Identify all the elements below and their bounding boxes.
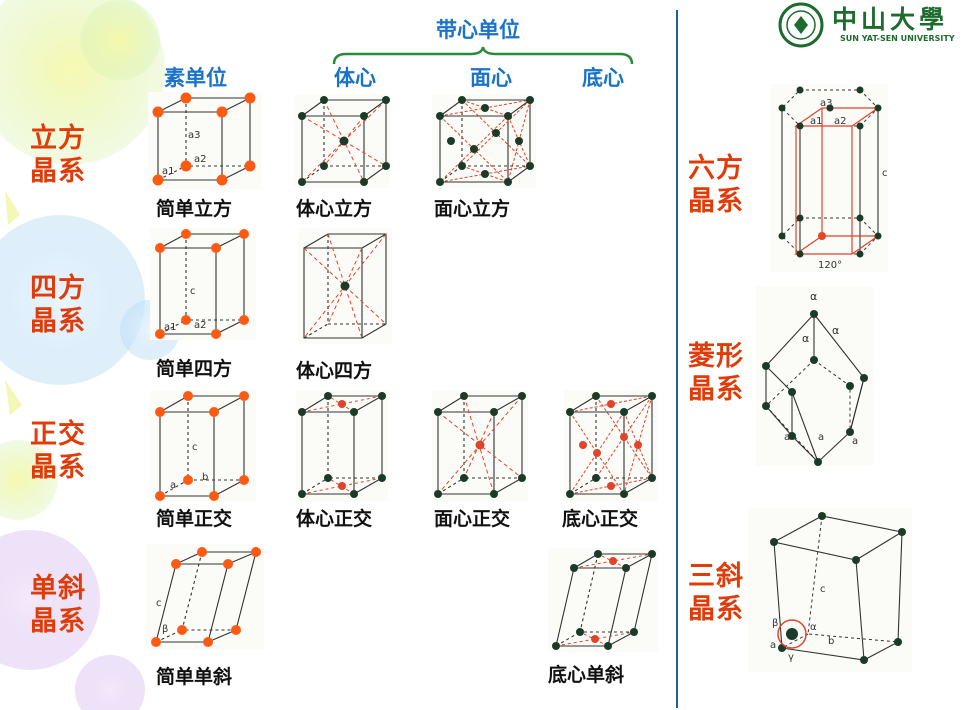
simple-cubic-diagram: a3 a1 a2: [148, 92, 262, 190]
system-hexagonal: 六方 晶系: [688, 153, 744, 217]
university-seal-icon: [778, 2, 824, 48]
label-c: c: [156, 598, 162, 609]
header-primitive: 素单位: [164, 66, 227, 90]
logo-name-cn: 中山大學: [832, 5, 949, 34]
caption-bcc: 体心立方: [296, 198, 373, 220]
label-a3: a3: [820, 98, 833, 109]
label-a1: a1: [810, 116, 823, 127]
rhombohedral-diagram: α α α a a a: [756, 286, 874, 466]
caption-base-orthorhombic: 底心正交: [562, 508, 639, 530]
label-a3: a3: [188, 130, 201, 141]
system-orthorhombic: 正交 晶系: [30, 419, 86, 483]
label-gamma: γ: [788, 652, 794, 663]
header-centered-units: 带心单位: [436, 18, 520, 42]
label-a1: a1: [162, 166, 175, 177]
caption-simple-tetragonal: 简单四方: [156, 358, 233, 380]
label-a2: a2: [194, 320, 207, 331]
body-tetragonal-diagram: [298, 228, 392, 344]
bubble-purple-small: [75, 655, 145, 710]
caption-face-orthorhombic: 面心正交: [434, 508, 511, 530]
label-c: c: [882, 168, 888, 179]
logo-name-en: SUN YAT-SEN UNIVERSITY: [840, 34, 955, 43]
label-a2: a2: [834, 116, 847, 127]
leaf-shape: [5, 190, 20, 225]
label-beta: β: [772, 618, 778, 629]
simple-monoclinic-diagram: c β: [146, 544, 264, 650]
label-b: b: [202, 472, 208, 483]
label-alpha: α: [810, 290, 817, 303]
caption-simple-orthorhombic: 简单正交: [156, 508, 233, 530]
face-orthorhombic-diagram: [432, 390, 528, 502]
body-orthorhombic-diagram: [296, 390, 388, 502]
system-triclinic: 三斜 晶系: [688, 561, 744, 625]
header-base-centered: 底心: [582, 66, 624, 90]
header-face-centered: 面心: [470, 66, 512, 90]
label-b: b: [828, 636, 834, 647]
leaf-shape: [5, 380, 22, 415]
base-orthorhombic-diagram: [564, 390, 658, 502]
label-alpha: α: [802, 332, 809, 345]
caption-simple-cubic: 简单立方: [156, 198, 233, 220]
label-a1: a1: [164, 322, 177, 333]
label-beta: β: [162, 624, 168, 635]
bcc-diagram: [294, 94, 390, 188]
triclinic-diagram: c β α a γ b: [748, 508, 912, 672]
caption-fcc: 面心立方: [434, 198, 511, 220]
label-a2: a2: [194, 154, 207, 165]
label-a: a: [784, 432, 790, 443]
label-c: c: [192, 442, 198, 453]
label-a: a: [852, 436, 858, 447]
label-a: a: [818, 432, 824, 443]
simple-tetragonal-diagram: c a1 a2: [150, 228, 256, 340]
system-rhombohedral: 菱形 晶系: [688, 341, 744, 405]
label-c: c: [190, 286, 196, 297]
university-logo: 中山大學 SUN YAT-SEN UNIVERSITY: [778, 0, 956, 48]
label-alpha: α: [810, 622, 817, 633]
caption-body-tetragonal: 体心四方: [296, 360, 373, 382]
caption-simple-monoclinic: 简单单斜: [156, 666, 233, 688]
label-c: c: [820, 584, 826, 595]
base-monoclinic-diagram: [548, 548, 658, 652]
label-a: a: [170, 480, 176, 491]
label-120-degrees: 120°: [818, 260, 842, 271]
simple-orthorhombic-diagram: c a b: [150, 390, 256, 502]
column-divider: [676, 10, 678, 708]
header-body-centered: 体心: [334, 66, 376, 90]
label-alpha: α: [832, 324, 839, 337]
label-a: a: [770, 640, 776, 651]
hexagonal-diagram: a3 a1 a2 c 120°: [770, 84, 888, 272]
caption-body-orthorhombic: 体心正交: [296, 508, 373, 530]
caption-base-monoclinic: 底心单斜: [548, 664, 625, 686]
bubble-yellow-small: [80, 0, 160, 80]
fcc-diagram: [432, 94, 536, 188]
header-bracket: [332, 46, 634, 65]
system-cubic: 立方 晶系: [30, 123, 86, 187]
system-tetragonal: 四方 晶系: [30, 273, 86, 337]
system-monoclinic: 单斜 晶系: [30, 573, 86, 637]
